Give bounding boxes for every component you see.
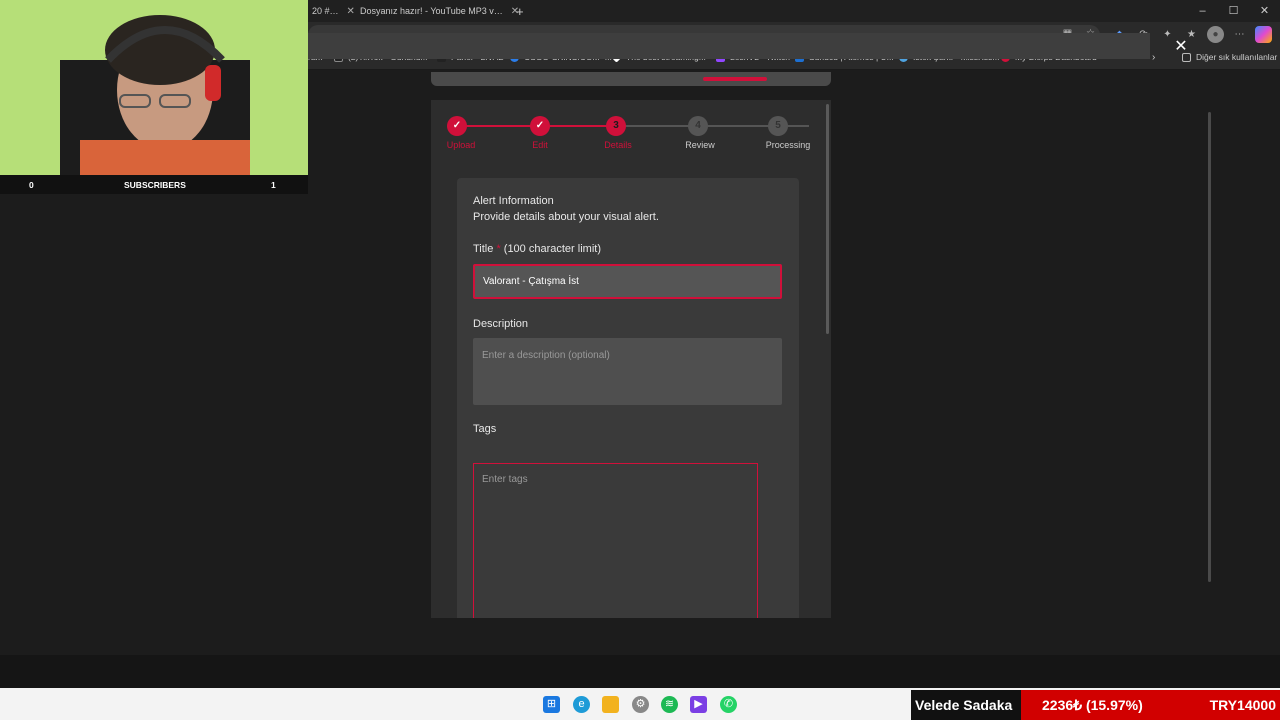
webcam-person-image (0, 0, 308, 175)
minimize-button[interactable]: – (1187, 0, 1218, 22)
description-input[interactable]: Enter a description (optional) (473, 338, 782, 405)
tab-1-label: 20 #… (312, 6, 339, 16)
profile-avatar[interactable]: ● (1207, 26, 1224, 43)
video-editor-icon[interactable]: ▶ (690, 696, 707, 713)
new-tab-button[interactable]: + (512, 2, 528, 20)
tags-label: Tags (473, 423, 497, 435)
window-controls: – ☐ ✕ (1187, 0, 1280, 22)
webcam-overlay (0, 0, 308, 175)
step-processing-label: Processing (765, 140, 811, 150)
blurred-thumbnail-strip (0, 655, 1280, 688)
spotify-icon[interactable]: ≋ (661, 696, 678, 713)
title-label-row: Title * (100 character limit) (473, 243, 601, 255)
tab-1[interactable]: 20 #… ✕ (308, 2, 355, 20)
title-label: Title (473, 243, 494, 255)
stock-ticker: Velede Sadaka 2236₺ (15.97%) TRY14000 (911, 690, 1280, 720)
step-upload-label: Upload (446, 140, 476, 150)
modal-header-tab (431, 72, 831, 86)
bookmarks-chevron-icon[interactable]: › (1152, 52, 1155, 63)
top-search-strip (308, 33, 1150, 59)
section-title: Alert Information (473, 195, 554, 207)
step-upload-icon: ✓ (447, 116, 467, 136)
subscriber-right-count: 1 (271, 180, 276, 190)
section-subtitle: Provide details about your visual alert. (473, 211, 659, 223)
subscriber-label: SUBSCRIBERS (124, 180, 186, 190)
subscriber-counter-bar: 0 SUBSCRIBERS 1 (0, 175, 308, 194)
file-explorer-icon[interactable] (602, 696, 619, 713)
other-favorites[interactable]: Diğer sık kullanılanlar (1182, 52, 1277, 62)
ticker-name: Velede Sadaka (911, 690, 1021, 720)
modal-scrollbar[interactable] (826, 104, 829, 334)
close-window-button[interactable]: ✕ (1249, 0, 1280, 22)
maximize-button[interactable]: ☐ (1218, 0, 1249, 22)
step-processing-icon: 5 (768, 116, 788, 136)
ticker-change: 2236₺ (15.97%) (1042, 697, 1143, 713)
page-scrollbar[interactable] (1208, 112, 1211, 582)
windows-start-icon[interactable]: ⊞ (543, 696, 560, 713)
tags-input[interactable]: Enter tags (473, 463, 758, 618)
title-limit: (100 character limit) (503, 243, 601, 255)
tab-2[interactable]: Dosyanız hazır! - YouTube MP3 v… ✕ (350, 2, 519, 20)
ticker-price: TRY14000 (1209, 697, 1276, 713)
required-marker: * (496, 243, 501, 255)
step-details-icon: 3 (606, 116, 626, 136)
step-review-icon: 4 (688, 116, 708, 136)
step-details-label: Details (604, 140, 632, 150)
whatsapp-icon[interactable]: ✆ (720, 696, 737, 713)
description-label: Description (473, 318, 529, 330)
settings-gear-icon[interactable]: ⚙ (632, 696, 649, 713)
tab-2-label: Dosyanız hazır! - YouTube MP3 v… (360, 6, 503, 16)
step-edit-label: Edit (532, 140, 548, 150)
edge-browser-icon[interactable]: e (573, 696, 590, 713)
close-modal-button[interactable]: ✕ (1170, 36, 1192, 58)
step-edit-icon: ✓ (530, 116, 550, 136)
step-review-label: Review (685, 140, 715, 150)
more-icon[interactable]: ⋯ (1231, 26, 1248, 43)
title-input[interactable]: Valorant - Çatışma İst (473, 264, 782, 299)
copilot-icon[interactable] (1255, 26, 1272, 43)
subscriber-left-count: 0 (29, 180, 34, 190)
